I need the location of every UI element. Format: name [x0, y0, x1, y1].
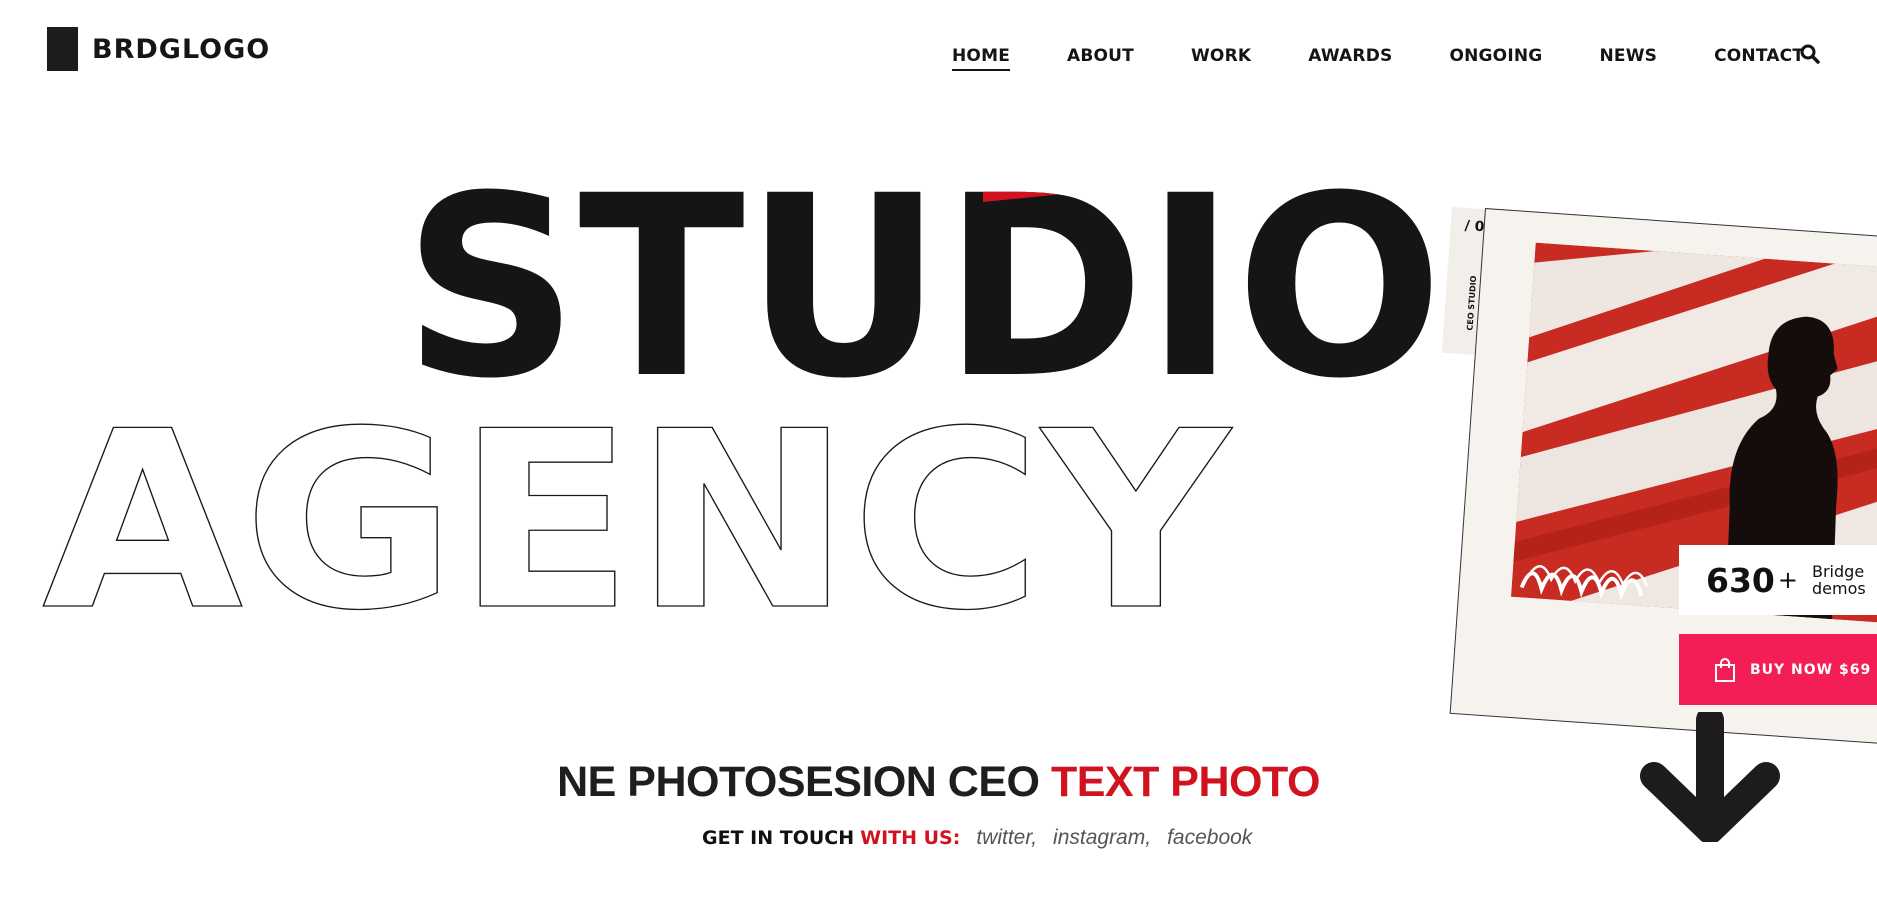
demos-badge: 630 + Bridge demos	[1679, 545, 1877, 615]
hero-line-2: AGENCY	[42, 398, 1233, 628]
logo[interactable]: BRDGLOGO	[47, 27, 270, 71]
buy-now-button[interactable]: BUY NOW $69	[1679, 634, 1877, 705]
nav-contact[interactable]: CONTACT	[1714, 46, 1804, 66]
contact-accent: WITH US:	[860, 827, 961, 849]
tagline-part-2: TEXT PHOTO	[1050, 758, 1320, 806]
logo-mark	[47, 27, 78, 71]
nav-work[interactable]: WORK	[1191, 46, 1251, 66]
nav-ongoing[interactable]: ONGOING	[1449, 46, 1542, 66]
hero-line-1: STUDIO	[403, 142, 1443, 387]
nav-awards[interactable]: AWARDS	[1308, 46, 1392, 66]
nav-news[interactable]: NEWS	[1599, 46, 1657, 66]
hero-studio-title: STUDIO STUDIO	[403, 142, 1443, 387]
contact-lead: GET IN TOUCH	[702, 827, 855, 849]
nav-home[interactable]: HOME	[952, 46, 1011, 71]
twitter-link[interactable]: twitter,	[976, 826, 1037, 850]
demos-count: 630	[1706, 560, 1775, 600]
logo-text: BRDGLOGO	[92, 33, 271, 65]
demos-plus: +	[1777, 566, 1798, 594]
nav-about[interactable]: ABOUT	[1067, 46, 1134, 66]
demos-label: Bridge demos	[1812, 562, 1866, 598]
main-nav: HOME ABOUT WORK AWARDS ONGOING NEWS CONT…	[952, 46, 1804, 71]
tagline: NE PHOTOSESION CEO TEXT PHOTO	[0, 758, 1877, 807]
buy-now-label: BUY NOW $69	[1750, 661, 1872, 678]
search-icon[interactable]	[1799, 43, 1821, 65]
tagline-part-1: NE PHOTOSESION CEO	[557, 758, 1051, 806]
instagram-link[interactable]: instagram,	[1053, 826, 1151, 850]
contact-line: GET IN TOUCH WITH US: twitter, instagram…	[702, 826, 1252, 850]
facebook-link[interactable]: facebook	[1167, 826, 1252, 850]
hero-agency-title: AGENCY	[42, 398, 1233, 628]
shopping-bag-icon	[1715, 657, 1735, 682]
